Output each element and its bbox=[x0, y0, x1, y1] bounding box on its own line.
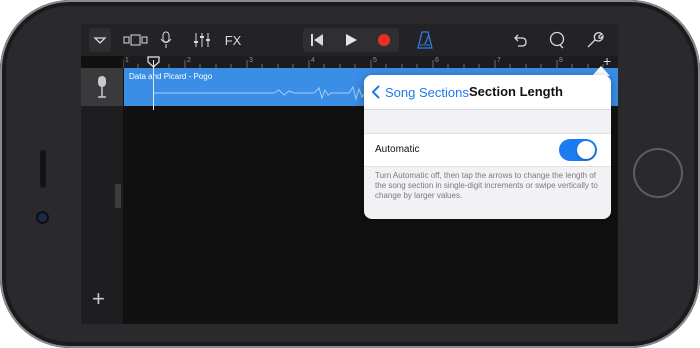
fx-button[interactable]: FX bbox=[222, 30, 244, 50]
wrench-icon bbox=[587, 32, 604, 48]
mixer-button[interactable] bbox=[191, 30, 213, 50]
track-controls-button[interactable] bbox=[123, 30, 149, 50]
toggle-knob bbox=[577, 141, 595, 159]
chevron-left-icon bbox=[371, 85, 380, 99]
play-button[interactable] bbox=[340, 30, 362, 50]
home-button[interactable] bbox=[633, 148, 683, 198]
microphone-icon bbox=[160, 31, 172, 48]
record-icon bbox=[378, 34, 390, 46]
back-label: Song Sections bbox=[385, 84, 469, 100]
section-length-popover: Song Sections Section Length Automatic T… bbox=[364, 75, 611, 219]
track-controls-icon bbox=[123, 34, 148, 46]
record-button[interactable] bbox=[373, 30, 395, 50]
ruler-tick-label: 7 bbox=[497, 57, 501, 64]
automatic-row: Automatic bbox=[364, 133, 611, 167]
loop-icon bbox=[549, 31, 565, 49]
ruler-tick-label: 8 bbox=[559, 57, 563, 64]
rewind-icon bbox=[311, 34, 323, 46]
front-camera bbox=[38, 213, 47, 222]
ruler-ticks bbox=[123, 60, 604, 68]
popover-header: Song Sections Section Length bbox=[364, 75, 611, 110]
ruler-tick-label: 1 bbox=[125, 57, 129, 64]
ruler-tick-label: 6 bbox=[435, 57, 439, 64]
ruler-tick-label: 3 bbox=[249, 57, 253, 64]
ruler-tick-label: 4 bbox=[311, 57, 315, 64]
ruler-tick-label: 2 bbox=[187, 57, 191, 64]
automatic-description: Turn Automatic off, then tap the arrows … bbox=[375, 171, 598, 200]
metronome-icon bbox=[417, 31, 433, 49]
settings-button[interactable] bbox=[584, 30, 606, 50]
mixer-sliders-icon bbox=[194, 33, 210, 47]
microphone-button[interactable] bbox=[157, 30, 175, 50]
side-speaker-top bbox=[40, 150, 46, 188]
track-header-audio-recorder[interactable] bbox=[81, 68, 123, 106]
play-icon bbox=[346, 34, 357, 46]
loop-browser-button[interactable] bbox=[546, 30, 568, 50]
back-button[interactable]: Song Sections bbox=[371, 84, 469, 100]
playhead-line bbox=[153, 60, 154, 110]
rewind-button[interactable] bbox=[306, 30, 328, 50]
ruler-tick-label: 5 bbox=[373, 57, 377, 64]
metronome-button[interactable] bbox=[414, 30, 436, 50]
undo-button[interactable] bbox=[509, 30, 531, 50]
toolbar: FX bbox=[81, 24, 618, 56]
automatic-label: Automatic bbox=[375, 144, 420, 155]
timeline-ruler[interactable]: 1 2 3 4 5 6 7 8 + bbox=[123, 53, 618, 69]
undo-icon bbox=[514, 34, 527, 47]
chevron-down-icon bbox=[93, 37, 107, 44]
microphone-instrument-icon bbox=[98, 76, 106, 98]
resize-grip-icon[interactable] bbox=[115, 184, 121, 208]
tracks-view-button[interactable] bbox=[89, 28, 111, 52]
automatic-toggle[interactable] bbox=[559, 139, 597, 161]
add-track-button[interactable]: + bbox=[92, 286, 105, 312]
popover-title: Section Length bbox=[469, 84, 563, 99]
